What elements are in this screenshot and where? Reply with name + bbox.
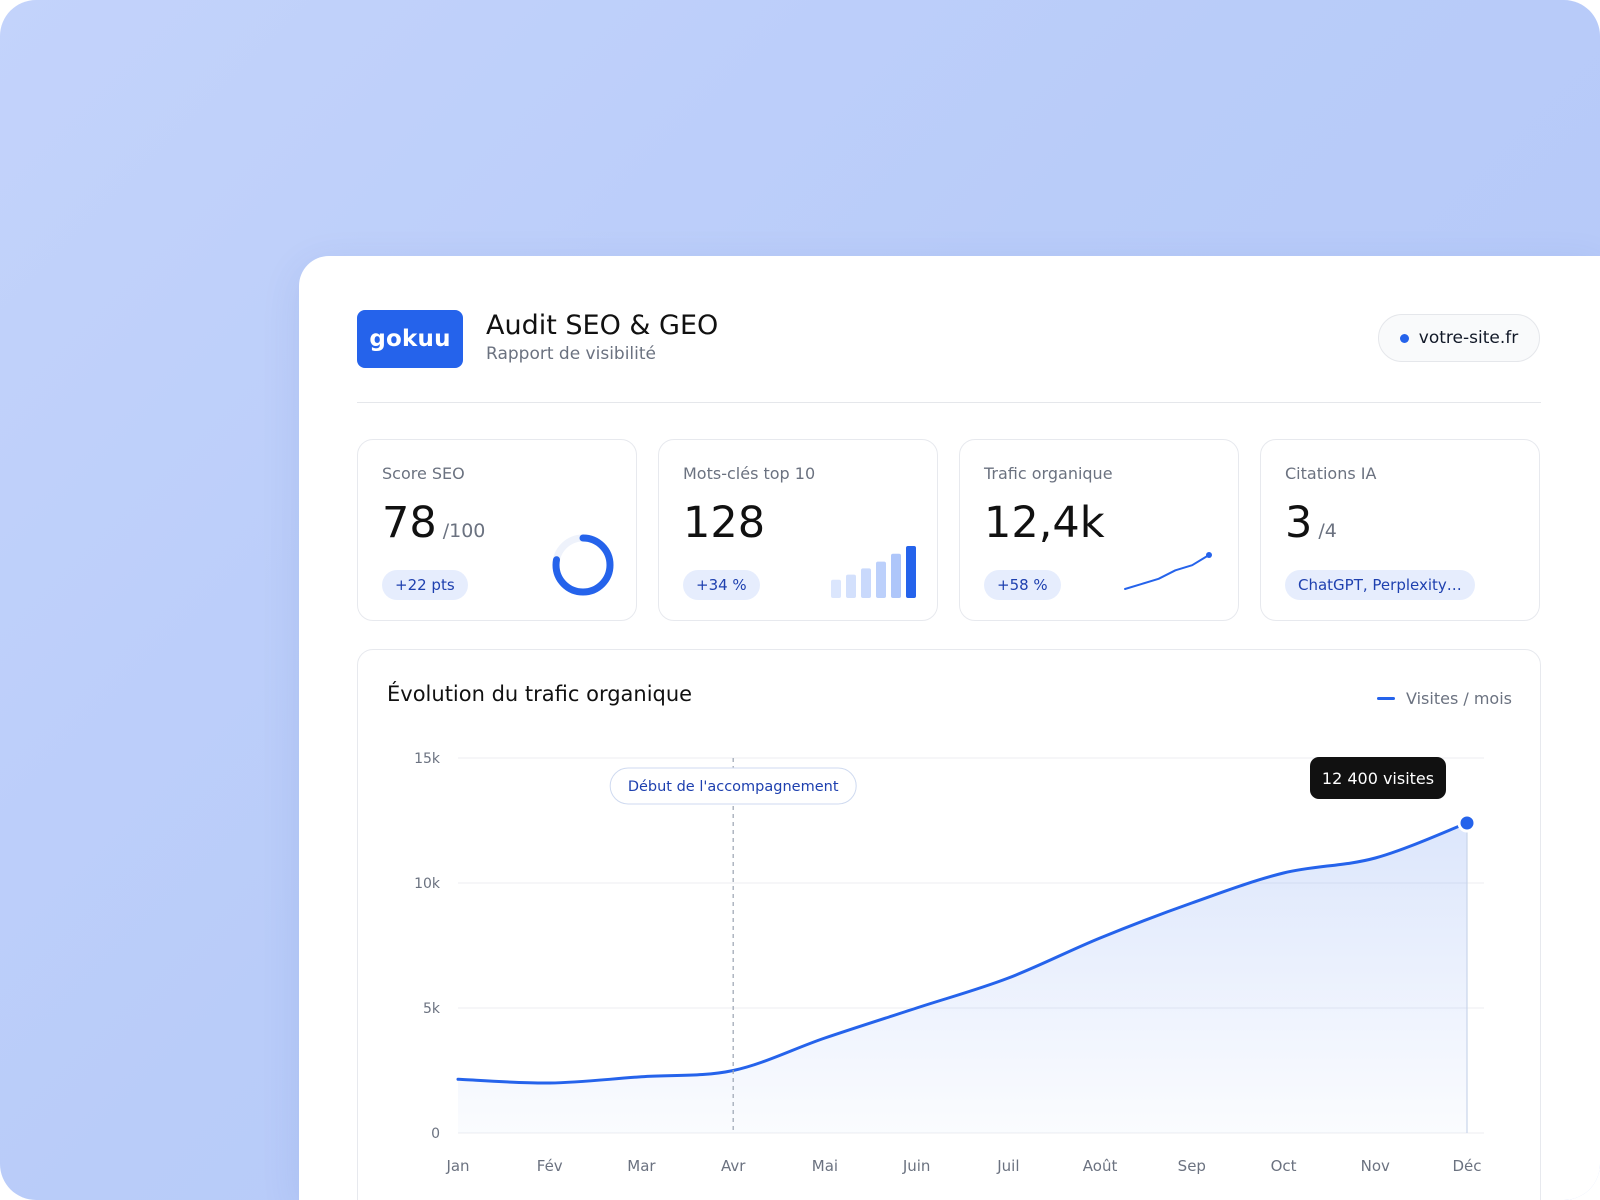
kpi-number: 78: [382, 498, 437, 548]
x-tick-label: Oct: [1271, 1157, 1297, 1175]
kpi-label: Trafic organique: [984, 464, 1113, 483]
mini-bar: [876, 561, 886, 598]
kpi-label: Citations IA: [1285, 464, 1377, 483]
page-title: Audit SEO & GEO: [486, 310, 719, 341]
kpi-label: Mots-clés top 10: [683, 464, 816, 483]
sparkline-end-dot: [1206, 552, 1212, 558]
traffic-chart[interactable]: 0 5k 10k 15k Jan Fév Mar Avr Mai Juin Juil Août Sep O…: [358, 650, 1542, 1200]
keyword-bars-icon: [831, 546, 916, 598]
kpi-card-keywords[interactable]: Mots-clés top 10 128 +34 %: [658, 439, 938, 621]
kpi-value: 12,4k: [984, 502, 1105, 545]
kpi-unit: /100: [442, 520, 486, 542]
y-tick-label: 0: [431, 1126, 440, 1142]
header-divider: [357, 402, 1541, 403]
data-point[interactable]: [819, 1032, 831, 1044]
x-tick-label: Sep: [1178, 1157, 1206, 1175]
mini-bar: [861, 568, 871, 598]
brand-logo[interactable]: gokuu: [357, 310, 463, 368]
site-label: votre-site.fr: [1418, 328, 1519, 348]
background: gokuu Audit SEO & GEO Rapport de visibil…: [0, 0, 1600, 1200]
data-point[interactable]: [1186, 897, 1198, 909]
data-point[interactable]: [544, 1077, 556, 1089]
data-point[interactable]: [1369, 852, 1381, 864]
x-tick-label: Juin: [902, 1157, 931, 1175]
data-point[interactable]: [1002, 972, 1014, 984]
x-tick-label: Avr: [721, 1157, 746, 1175]
x-tick-label: Juil: [996, 1157, 1019, 1175]
kpi-value: 78/100: [382, 502, 485, 545]
kpi-card-ai-citations[interactable]: Citations IA 3/4 ChatGPT, Perplexity…: [1260, 439, 1540, 621]
data-point[interactable]: [635, 1071, 647, 1083]
status-dot-icon: [1399, 333, 1409, 343]
data-point[interactable]: [911, 1002, 923, 1014]
report-panel: gokuu Audit SEO & GEO Rapport de visibil…: [299, 256, 1600, 1200]
mini-bar: [846, 574, 856, 598]
data-point[interactable]: [1278, 867, 1290, 879]
kpi-unit: /4: [1318, 520, 1337, 542]
highlight-point[interactable]: [1457, 813, 1477, 833]
kpi-delta-badge: +34 %: [683, 570, 760, 600]
traffic-chart-card: Évolution du trafic organique Visites / …: [357, 649, 1541, 1200]
sparkline: [1124, 554, 1210, 590]
data-point[interactable]: [1094, 932, 1106, 944]
x-tick-label: Déc: [1452, 1157, 1481, 1175]
y-tick-label: 10k: [414, 876, 441, 892]
kpi-card-traffic[interactable]: Trafic organique 12,4k +58 %: [959, 439, 1239, 621]
kpi-value: 128: [683, 502, 765, 545]
x-tick-label: Mai: [812, 1157, 838, 1175]
kpi-card-score-seo[interactable]: Score SEO 78/100 +22 pts: [357, 439, 637, 621]
kpi-delta-badge: +22 pts: [382, 570, 468, 600]
mini-bar: [906, 546, 916, 598]
kpi-label: Score SEO: [382, 464, 465, 483]
y-tick-label: 15k: [414, 751, 441, 767]
mini-bar: [831, 579, 841, 598]
start-marker-label: Début de l'accompagnement: [628, 779, 839, 795]
kpi-number: 3: [1285, 498, 1313, 548]
x-tick-label: Jan: [445, 1157, 469, 1175]
mini-bar: [891, 553, 901, 598]
ai-sources-badge: ChatGPT, Perplexity…: [1285, 570, 1475, 600]
kpi-number: 12,4k: [984, 498, 1105, 548]
tooltip-text: 12 400 visites: [1322, 769, 1434, 788]
kpi-number: 128: [683, 498, 766, 548]
page-subtitle: Rapport de visibilité: [486, 344, 656, 364]
x-tick-label: Mar: [627, 1157, 656, 1175]
score-donut-icon: [552, 534, 614, 596]
x-tick-label: Nov: [1361, 1157, 1390, 1175]
area-fill: [458, 823, 1467, 1133]
traffic-sparkline-icon: [1124, 552, 1212, 590]
data-point[interactable]: [452, 1073, 464, 1085]
kpi-delta-badge: +58 %: [984, 570, 1061, 600]
kpi-value: 3/4: [1285, 502, 1337, 545]
y-tick-label: 5k: [423, 1001, 441, 1017]
x-tick-label: Août: [1083, 1157, 1118, 1175]
site-selector[interactable]: votre-site.fr: [1378, 314, 1540, 362]
x-tick-label: Fév: [537, 1157, 563, 1175]
